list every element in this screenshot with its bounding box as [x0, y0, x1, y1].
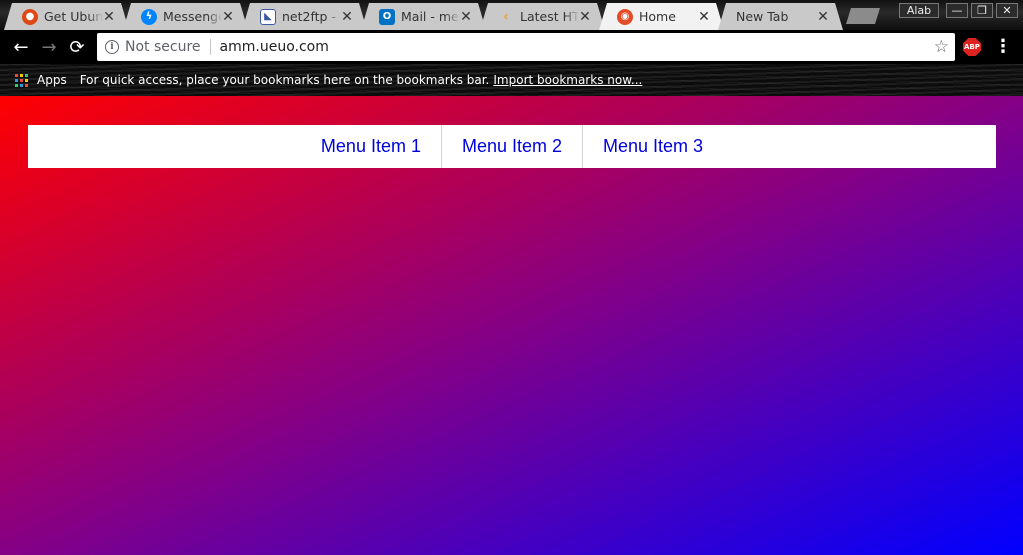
tab-title: New Tab: [736, 9, 789, 24]
tab-strip: ● Get Ubuntu ✕ ϟ Messenger ✕ ◣ net2ftp -…: [0, 0, 1023, 30]
bookmarks-hint: For quick access, place your bookmarks h…: [79, 73, 490, 87]
tab-title: Mail - mele: [401, 9, 459, 24]
apps-link[interactable]: Apps: [37, 73, 67, 87]
forward-arrow-icon[interactable]: →: [38, 36, 60, 58]
tab-title: Messenger: [163, 9, 222, 24]
tab-title: Home: [639, 9, 676, 24]
outlook-icon: O: [379, 9, 395, 25]
home-page-icon: ◉: [617, 9, 633, 25]
messenger-icon: ϟ: [141, 9, 157, 25]
nav-menu-item-2[interactable]: Menu Item 2: [442, 125, 584, 168]
window-close-icon[interactable]: ✕: [996, 3, 1018, 18]
back-arrow-icon[interactable]: ←: [10, 36, 32, 58]
nav-menu-item-1[interactable]: Menu Item 1: [301, 125, 442, 168]
tab-title: Latest HTM: [520, 9, 579, 24]
close-icon[interactable]: ✕: [103, 11, 115, 23]
html-icon: ‹: [503, 8, 509, 25]
close-icon[interactable]: ✕: [817, 11, 829, 23]
security-status[interactable]: Not secure: [125, 39, 201, 55]
net2ftp-icon: ◣: [260, 9, 276, 25]
bookmark-star-icon[interactable]: ☆: [934, 37, 949, 57]
info-icon[interactable]: i: [105, 40, 119, 54]
close-icon[interactable]: ✕: [222, 11, 234, 23]
close-icon[interactable]: ✕: [579, 11, 591, 23]
divider: [209, 39, 211, 55]
import-bookmarks-link[interactable]: Import bookmarks now...: [493, 73, 642, 87]
close-icon[interactable]: ✕: [460, 11, 472, 23]
bookmarks-bar: Apps For quick access, place your bookma…: [0, 64, 1023, 96]
menu-icon[interactable]: ⋮: [994, 36, 1012, 58]
ubuntu-icon: ●: [22, 9, 38, 25]
tab-latest-html[interactable]: ‹ Latest HTM ✕: [480, 3, 605, 30]
apps-grid-icon[interactable]: [15, 73, 28, 87]
minimize-icon[interactable]: —: [946, 3, 968, 18]
tab-title: net2ftp - a: [282, 9, 336, 24]
page-content: Menu Item 1 Menu Item 2 Menu Item 3: [0, 96, 1023, 555]
profile-button[interactable]: Alab: [899, 3, 939, 18]
tab-get-ubuntu[interactable]: ● Get Ubuntu ✕: [4, 3, 129, 30]
reload-icon[interactable]: ⟳: [66, 36, 88, 58]
tab-net2ftp[interactable]: ◣ net2ftp - a ✕: [242, 3, 367, 30]
address-bar[interactable]: i Not secure amm.ueuo.com ☆: [97, 33, 955, 61]
nav-menu-item-3[interactable]: Menu Item 3: [583, 125, 723, 168]
tab-title: Get Ubuntu: [44, 9, 103, 24]
maximize-icon[interactable]: ❐: [971, 3, 993, 18]
tab-new-tab[interactable]: New Tab ✕: [718, 3, 843, 30]
tab-messenger[interactable]: ϟ Messenger ✕: [123, 3, 248, 30]
browser-toolbar: ← → ⟳ i Not secure amm.ueuo.com ☆ ABP ⋮: [0, 30, 1023, 64]
close-icon[interactable]: ✕: [698, 11, 710, 23]
close-icon[interactable]: ✕: [341, 11, 353, 23]
tab-home[interactable]: ◉ Home ✕: [599, 3, 724, 30]
url-text[interactable]: amm.ueuo.com: [220, 39, 329, 55]
adblock-plus-icon[interactable]: ABP: [963, 38, 981, 56]
site-navbar: Menu Item 1 Menu Item 2 Menu Item 3: [28, 125, 996, 168]
new-tab-button[interactable]: [846, 8, 880, 24]
tab-mail[interactable]: O Mail - mele ✕: [361, 3, 486, 30]
